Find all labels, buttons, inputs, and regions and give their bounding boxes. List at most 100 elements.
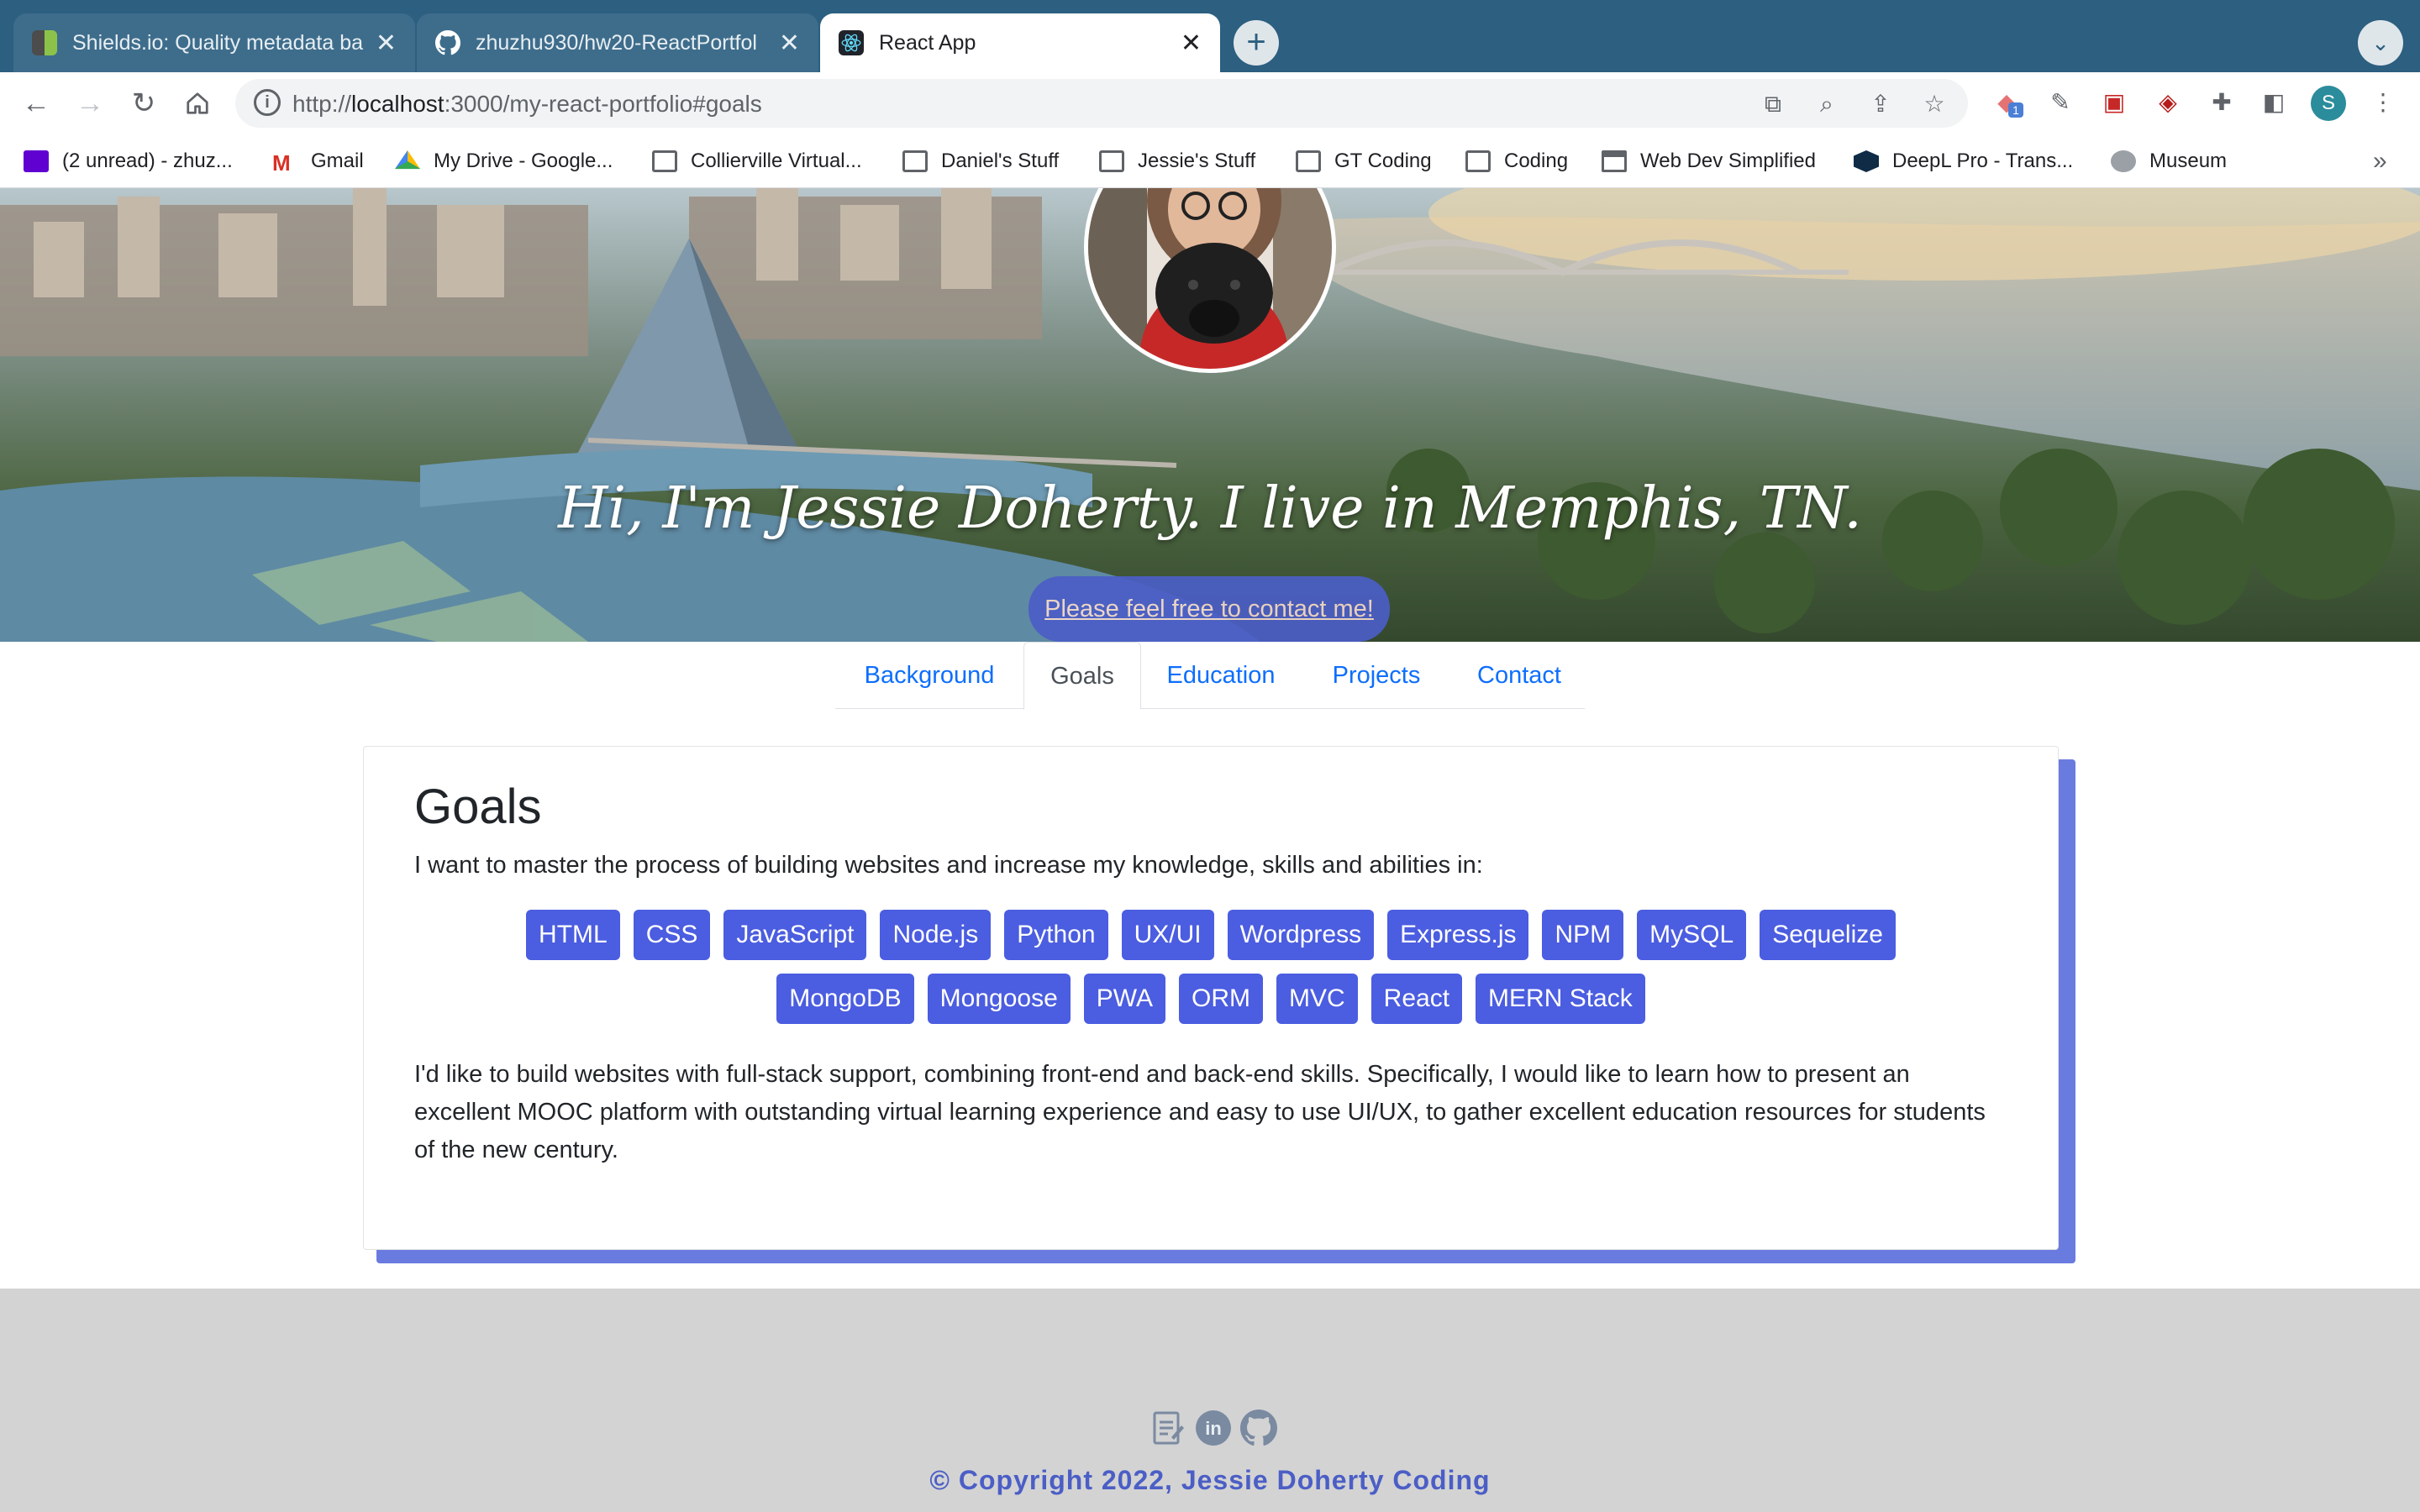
close-icon[interactable]: ✕ bbox=[376, 29, 397, 58]
tab-title: zhuzhu930/hw20-ReactPortfol bbox=[476, 30, 757, 55]
profile-avatar[interactable]: S bbox=[2311, 86, 2346, 121]
zoom-icon[interactable]: ⌕ bbox=[1812, 89, 1842, 119]
tab-education[interactable]: Education bbox=[1141, 642, 1301, 709]
skill-badge: PWA bbox=[1083, 974, 1165, 1024]
github-icon bbox=[435, 30, 460, 55]
deepl-icon bbox=[1854, 150, 1879, 172]
skill-badge: HTML bbox=[526, 910, 620, 960]
bookmark-item[interactable]: Daniel's Stuff bbox=[902, 146, 1059, 176]
address-bar[interactable]: i http://localhost:3000/my-react-portfol… bbox=[235, 79, 1968, 128]
home-button[interactable] bbox=[176, 82, 218, 124]
url-path: :3000/my-react-portfolio#goals bbox=[444, 91, 762, 117]
hero-banner: Hi, I'm Jessie Doherty. I live in Memphi… bbox=[0, 188, 2420, 642]
back-button[interactable]: ← bbox=[15, 82, 57, 124]
goals-intro: I want to master the process of building… bbox=[414, 852, 1483, 879]
bookmark-item[interactable]: Coding bbox=[1465, 146, 1568, 176]
url-host: localhost bbox=[351, 91, 445, 117]
tab-background[interactable]: Background bbox=[835, 642, 1023, 709]
page-content: Hi, I'm Jessie Doherty. I live in Memphi… bbox=[0, 188, 2420, 1512]
browser-toolbar: ← → ↻ i http://localhost:3000/my-react-p… bbox=[0, 72, 2420, 134]
contact-me-link[interactable]: Please feel free to contact me! bbox=[1028, 576, 1390, 642]
bookmark-item[interactable]: DeepL Pro - Trans... bbox=[1854, 146, 2073, 176]
extension-icon[interactable]: ✎ bbox=[2044, 86, 2077, 119]
bookmark-item[interactable]: (2 unread) - zhuz... bbox=[24, 146, 233, 176]
folder-icon bbox=[902, 150, 928, 172]
skill-badge: CSS bbox=[633, 910, 711, 960]
folder-icon bbox=[652, 150, 677, 172]
bookmark-item[interactable]: M Gmail bbox=[272, 146, 364, 176]
browser-tab-react-app[interactable]: React App ✕ bbox=[820, 13, 1220, 72]
skills-list: HTML CSS JavaScript Node.js Python UX/UI… bbox=[455, 910, 1967, 1024]
forward-button[interactable]: → bbox=[69, 82, 111, 124]
copyright-text: © Copyright 2022, Jessie Doherty Coding bbox=[929, 1465, 1491, 1495]
reload-icon: ↻ bbox=[131, 87, 156, 119]
skill-badge: Node.js bbox=[880, 910, 992, 960]
bookmarks-overflow-button[interactable]: » bbox=[2373, 146, 2387, 176]
browser-tab-shields[interactable]: Shields.io: Quality metadata ba ✕ bbox=[13, 13, 415, 72]
url-text[interactable]: http://localhost:3000/my-react-portfolio… bbox=[292, 91, 762, 118]
bookmark-label: Jessie's Stuff bbox=[1138, 150, 1256, 172]
yahoo-mail-icon bbox=[24, 150, 49, 172]
extension-icon[interactable]: ▣ bbox=[2097, 86, 2131, 119]
skill-badge: Python bbox=[1004, 910, 1108, 960]
browser-tab-bar: Shields.io: Quality metadata ba ✕ zhuzhu… bbox=[0, 0, 2420, 72]
tab-goals[interactable]: Goals bbox=[1023, 642, 1141, 710]
tab-contact[interactable]: Contact bbox=[1452, 642, 1585, 709]
skill-badge: ORM bbox=[1179, 974, 1263, 1024]
bookmark-item[interactable]: Collierville Virtual... bbox=[652, 146, 862, 176]
bookmark-item[interactable]: Jessie's Stuff bbox=[1099, 146, 1255, 176]
shields-icon bbox=[32, 30, 57, 55]
close-icon[interactable]: ✕ bbox=[1181, 29, 1202, 58]
side-panel-icon[interactable]: ◧ bbox=[2257, 86, 2291, 119]
gmail-icon: M bbox=[272, 150, 291, 176]
more-menu-icon[interactable]: ⋮ bbox=[2366, 86, 2400, 119]
bookmark-item[interactable]: GT Coding bbox=[1296, 146, 1432, 176]
tab-projects[interactable]: Projects bbox=[1301, 642, 1452, 709]
folder-icon bbox=[1465, 150, 1491, 172]
linkedin-icon[interactable]: in bbox=[1195, 1410, 1232, 1446]
skill-badge: UX/UI bbox=[1121, 910, 1214, 960]
tab-search-button[interactable]: ⌄ bbox=[2358, 20, 2403, 66]
share-icon[interactable]: ⇪ bbox=[1865, 89, 1896, 119]
skill-badge: React bbox=[1370, 974, 1463, 1024]
bookmark-label: Collierville Virtual... bbox=[691, 150, 862, 172]
extension-icon[interactable]: ◈ bbox=[2151, 86, 2185, 119]
skill-badge: MERN Stack bbox=[1476, 974, 1645, 1024]
skill-badge: MySQL bbox=[1637, 910, 1747, 960]
bookmark-label: Museum bbox=[2149, 150, 2228, 172]
bookmark-item[interactable]: Museum bbox=[2111, 146, 2227, 176]
bookmark-label: GT Coding bbox=[1334, 150, 1432, 172]
browser-tab-github[interactable]: zhuzhu930/hw20-ReactPortfol ✕ bbox=[417, 13, 818, 72]
skill-badge: JavaScript bbox=[723, 910, 867, 960]
reload-button[interactable]: ↻ bbox=[123, 82, 165, 124]
goals-card: Goals I want to master the process of bu… bbox=[363, 746, 2059, 1250]
tab-title: Shields.io: Quality metadata ba bbox=[72, 30, 364, 55]
open-in-app-icon[interactable]: ⧉ bbox=[1758, 89, 1788, 119]
globe-icon bbox=[2111, 150, 2136, 172]
resume-icon[interactable] bbox=[1150, 1410, 1186, 1446]
github-icon[interactable] bbox=[1240, 1410, 1277, 1446]
bookmark-star-icon[interactable]: ☆ bbox=[1919, 89, 1949, 119]
google-drive-icon bbox=[395, 150, 420, 170]
site-info-icon[interactable]: i bbox=[254, 89, 281, 116]
bookmark-label: Gmail bbox=[311, 150, 364, 172]
skill-badge: Mongoose bbox=[927, 974, 1071, 1024]
chevron-down-icon: ⌄ bbox=[2371, 30, 2390, 55]
section-tabs: Background Goals Education Projects Cont… bbox=[835, 642, 1585, 710]
bookmark-label: Coding bbox=[1504, 150, 1569, 172]
hero-title: Hi, I'm Jessie Doherty. I live in Memphi… bbox=[558, 475, 1862, 542]
home-icon bbox=[187, 92, 208, 114]
new-tab-button[interactable]: + bbox=[1234, 20, 1279, 66]
puzzle-icon[interactable]: ✚ bbox=[2205, 86, 2238, 119]
footer-social-links: in bbox=[1150, 1410, 1284, 1450]
extension-icon[interactable]: ◆ 1 bbox=[1990, 86, 2023, 119]
bookmark-label: DeepL Pro - Trans... bbox=[1892, 150, 2074, 172]
bookmark-item[interactable]: My Drive - Google... bbox=[395, 146, 613, 176]
url-scheme: http:// bbox=[292, 91, 352, 117]
close-icon[interactable]: ✕ bbox=[779, 29, 800, 58]
bookmark-item[interactable]: Web Dev Simplified bbox=[1602, 146, 1816, 176]
webpage-icon bbox=[1602, 150, 1627, 172]
bookmark-label: (2 unread) - zhuz... bbox=[62, 150, 233, 172]
bookmark-label: My Drive - Google... bbox=[434, 150, 613, 172]
page-title: Goals bbox=[414, 780, 542, 834]
